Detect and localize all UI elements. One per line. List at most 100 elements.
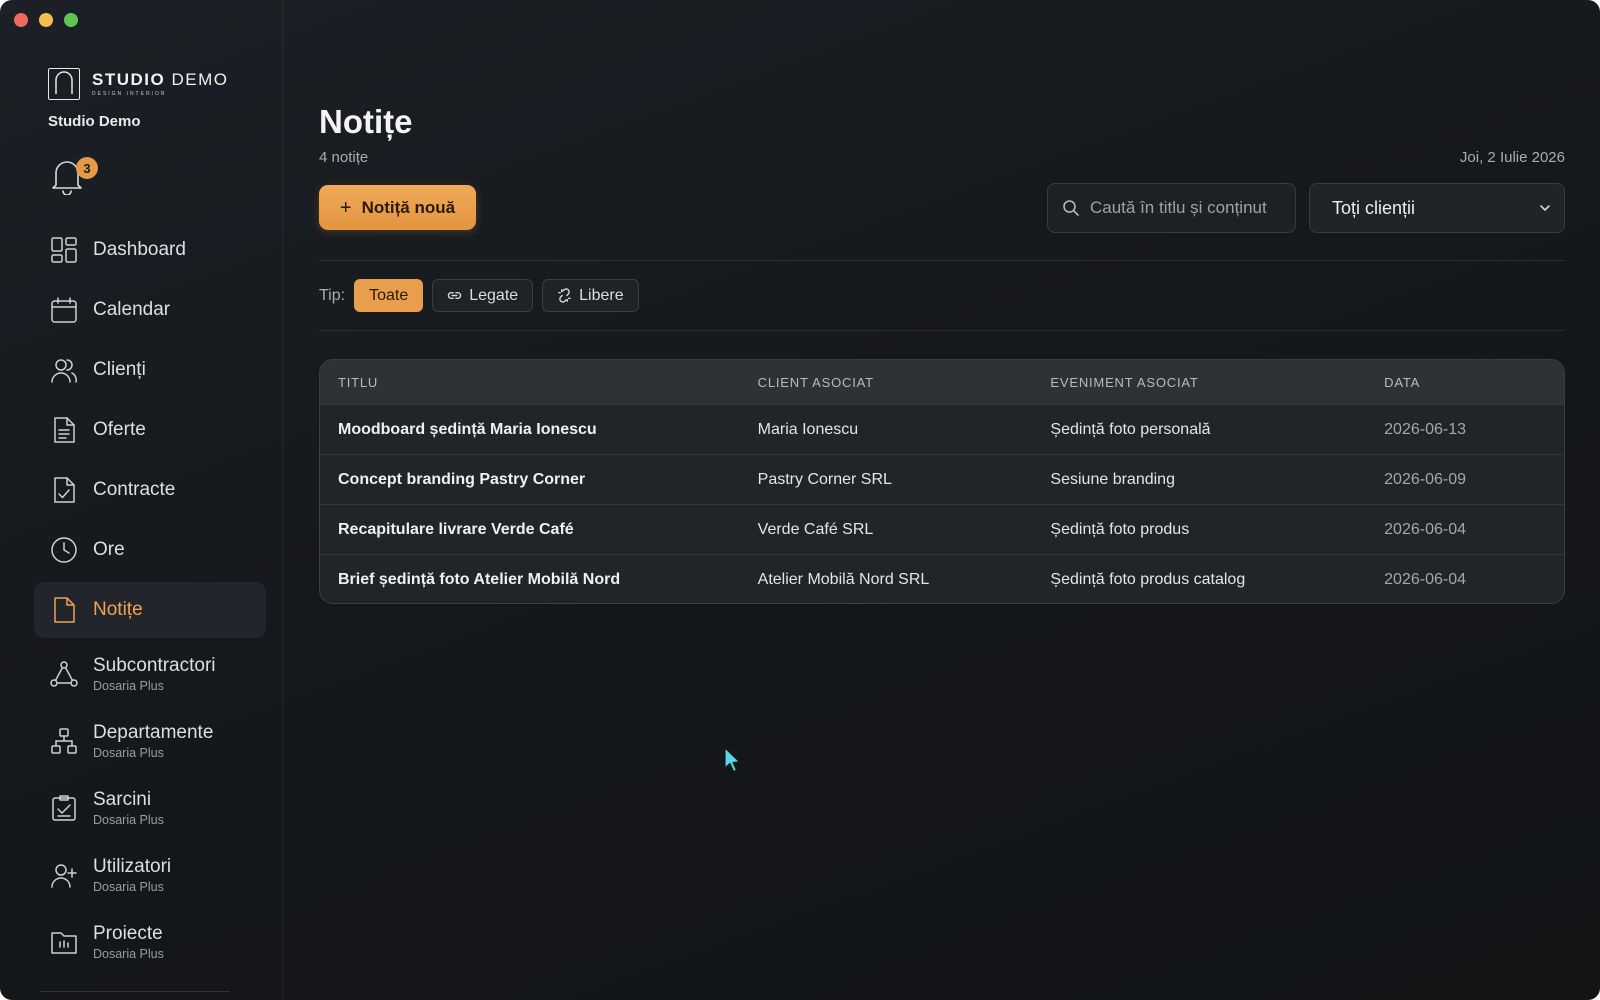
note-event: Ședință foto personală [1050, 420, 1211, 438]
note-event: Ședință foto produs catalog [1050, 570, 1246, 588]
sidebar-item-notite[interactable]: Notițe [34, 582, 266, 638]
toolbar-divider [319, 260, 1565, 261]
note-date: 2026-06-13 [1384, 420, 1466, 438]
folder-icon [49, 927, 79, 957]
sidebar-item-calendar[interactable]: Calendar [34, 282, 266, 338]
brand-logo[interactable]: STUDIO DEMO DESIGN INTERIOR [48, 68, 228, 100]
window-controls [14, 13, 78, 27]
note-client: Pastry Corner SRL [757, 470, 892, 488]
chevron-down-icon [1540, 205, 1550, 211]
new-note-button[interactable]: + Notiță nouă [319, 185, 476, 230]
table-row[interactable]: Brief ședință foto Atelier Mobilă Nord A… [320, 554, 1564, 603]
client-filter-value: Toți clienții [1332, 197, 1416, 218]
client-filter-select[interactable]: Toți clienții [1309, 183, 1565, 233]
sidebar-item-subcontractori[interactable]: Subcontractori Dosaria Plus [34, 642, 266, 706]
maximize-window-button[interactable] [64, 13, 78, 27]
sidebar: STUDIO DEMO DESIGN INTERIOR Studio Demo … [0, 0, 283, 1000]
sidebar-item-sublabel: Dosaria Plus [93, 880, 164, 894]
column-header-titlu[interactable]: TITLU [320, 375, 758, 390]
sidebar-item-sublabel: Dosaria Plus [93, 947, 164, 961]
calendar-icon [49, 295, 79, 325]
sidebar-nav: Dashboard Calendar Clienți Oferte Contra… [34, 222, 266, 977]
filter-divider [319, 330, 1565, 331]
sidebar-item-dashboard[interactable]: Dashboard [34, 222, 266, 278]
notes-table: TITLU CLIENT ASOCIAT EVENIMENT ASOCIAT D… [319, 359, 1565, 604]
sidebar-divider [40, 991, 230, 992]
sidebar-item-oferte[interactable]: Oferte [34, 402, 266, 458]
table-row[interactable]: Concept branding Pastry Corner Pastry Co… [320, 454, 1564, 504]
organization-name: Studio Demo [48, 113, 141, 130]
close-window-button[interactable] [14, 13, 28, 27]
main-content: Notițe 4 notițe Joi, 2 Iulie 2026 + Noti… [283, 0, 1600, 1000]
sidebar-item-proiecte[interactable]: Proiecte Dosaria Plus [34, 910, 266, 974]
dashboard-icon [49, 235, 79, 265]
plus-icon: + [339, 196, 352, 219]
type-filter-label: Tip: [319, 286, 346, 304]
search-input[interactable] [1090, 198, 1290, 218]
org-chart-icon [49, 726, 79, 756]
search-box[interactable] [1047, 183, 1296, 233]
table-row[interactable]: Recapitulare livrare Verde Café Verde Ca… [320, 504, 1564, 554]
column-header-data[interactable]: DATA [1384, 375, 1564, 390]
column-header-client[interactable]: CLIENT ASOCIAT [758, 375, 1051, 390]
note-event: Sesiune branding [1050, 470, 1175, 488]
note-title: Recapitulare livrare Verde Café [338, 520, 574, 538]
filter-label: Libere [579, 286, 624, 304]
table-row[interactable]: Moodboard ședință Maria Ionescu Maria Io… [320, 404, 1564, 454]
filter-legate-button[interactable]: Legate [432, 279, 534, 312]
sidebar-item-label: Contracte [93, 479, 176, 500]
user-plus-icon [49, 860, 79, 890]
sidebar-item-label: Calendar [93, 299, 171, 320]
sidebar-item-label: Utilizatori [93, 856, 172, 877]
sidebar-item-sublabel: Dosaria Plus [93, 813, 164, 827]
sidebar-item-label: Notițe [93, 599, 143, 620]
sidebar-item-label: Ore [93, 539, 125, 560]
notification-count-badge: 3 [76, 157, 98, 179]
column-header-eveniment[interactable]: EVENIMENT ASOCIAT [1050, 375, 1384, 390]
users-icon [49, 355, 79, 385]
sidebar-item-label: Proiecte [93, 923, 163, 944]
sidebar-item-contracte[interactable]: Contracte [34, 462, 266, 518]
note-client: Maria Ionescu [757, 420, 859, 438]
logo-icon [48, 68, 80, 100]
sidebar-item-label: Subcontractori [93, 655, 216, 676]
filter-label: Legate [469, 286, 519, 304]
table-header: TITLU CLIENT ASOCIAT EVENIMENT ASOCIAT D… [320, 360, 1564, 404]
sidebar-item-sarcini[interactable]: Sarcini Dosaria Plus [34, 776, 266, 840]
unlink-icon [558, 288, 571, 303]
filter-libere-button[interactable]: Libere [542, 279, 639, 312]
page-title: Notițe [319, 103, 413, 140]
note-event: Ședință foto produs [1050, 520, 1190, 538]
sidebar-item-sublabel: Dosaria Plus [93, 679, 164, 693]
sidebar-item-ore[interactable]: Ore [34, 522, 266, 578]
search-icon [1063, 200, 1079, 216]
sidebar-item-label: Oferte [93, 419, 146, 440]
sidebar-item-label: Clienți [93, 359, 146, 380]
new-note-label: Notiță nouă [361, 197, 456, 217]
current-date: Joi, 2 Iulie 2026 [1459, 149, 1565, 166]
filter-label: Toate [369, 286, 409, 304]
note-client: Verde Café SRL [757, 520, 874, 538]
note-date: 2026-06-09 [1384, 470, 1466, 488]
mouse-cursor-icon [724, 747, 741, 773]
notes-count: 4 notițe [319, 149, 369, 166]
sidebar-item-departamente[interactable]: Departamente Dosaria Plus [34, 709, 266, 773]
link-icon [447, 291, 462, 300]
notifications-button[interactable]: 3 [50, 157, 98, 197]
sidebar-item-label: Dashboard [93, 239, 186, 260]
note-date: 2026-06-04 [1384, 570, 1466, 588]
note-date: 2026-06-04 [1384, 520, 1466, 538]
sidebar-item-clienti[interactable]: Clienți [34, 342, 266, 398]
brand-name: STUDIO DEMO [92, 70, 229, 89]
clock-icon [49, 535, 79, 565]
network-icon [49, 659, 79, 689]
sidebar-item-sublabel: Dosaria Plus [93, 746, 164, 760]
note-client: Atelier Mobilă Nord SRL [757, 570, 930, 588]
clipboard-check-icon [49, 793, 79, 823]
note-title: Moodboard ședință Maria Ionescu [338, 420, 597, 438]
brand-tagline: DESIGN INTERIOR [92, 91, 167, 97]
minimize-window-button[interactable] [39, 13, 53, 27]
sidebar-item-utilizatori[interactable]: Utilizatori Dosaria Plus [34, 843, 266, 907]
note-icon [49, 595, 79, 625]
filter-toate-button[interactable]: Toate [354, 279, 424, 312]
